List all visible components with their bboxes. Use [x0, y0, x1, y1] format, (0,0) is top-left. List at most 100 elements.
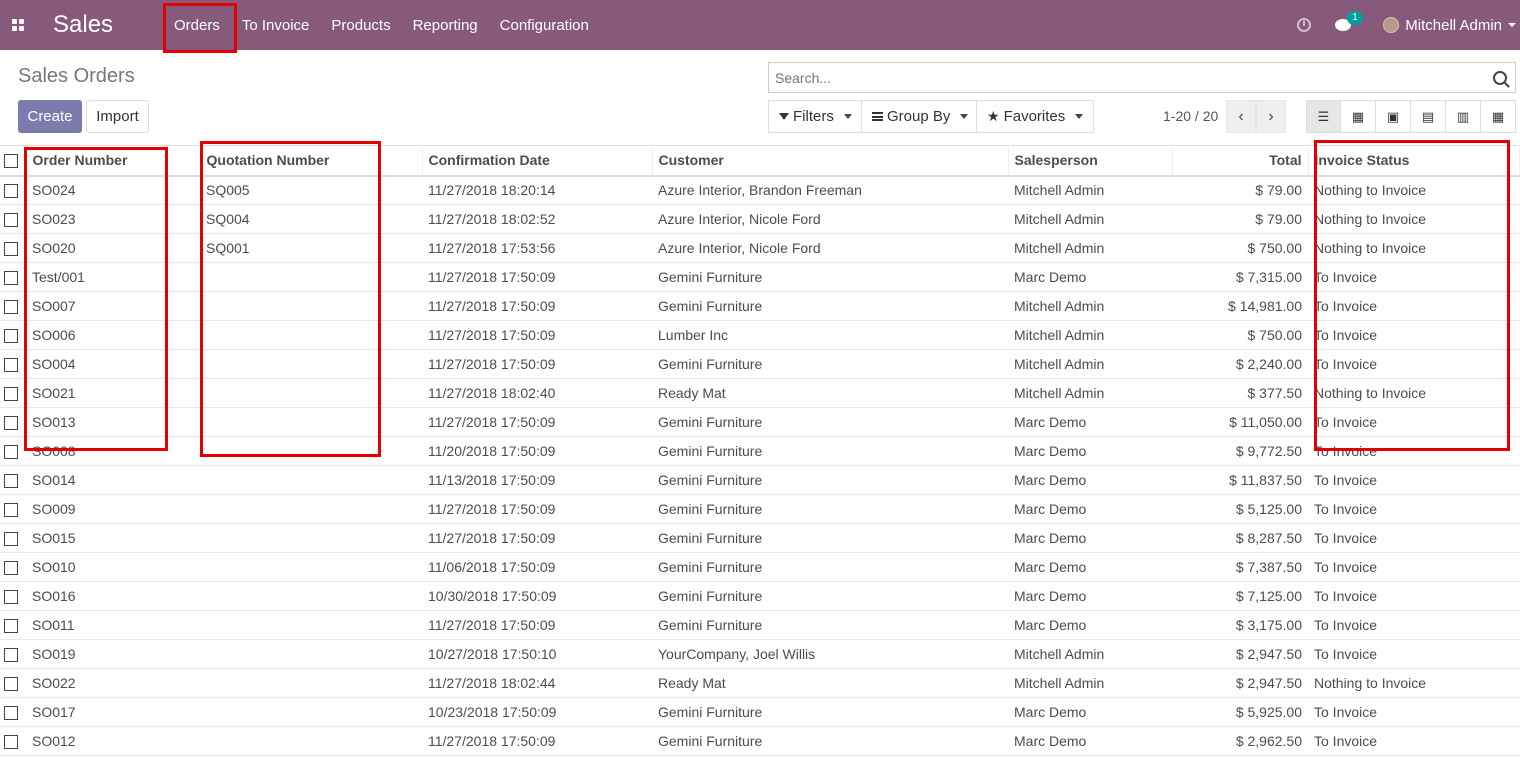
menu-products[interactable]: Products — [320, 0, 401, 50]
cell-confirmation-date: 11/27/2018 17:50:09 — [422, 320, 652, 350]
calendar-view-icon[interactable]: ▣ — [1376, 100, 1411, 133]
cell-customer: Lumber Inc — [652, 320, 1008, 350]
row-checkbox[interactable] — [4, 561, 18, 576]
menu-configuration[interactable]: Configuration — [489, 0, 600, 50]
cell-customer: Gemini Furniture — [652, 465, 1008, 495]
row-checkbox[interactable] — [4, 648, 18, 663]
header-quotation-number[interactable]: Quotation Number — [200, 145, 423, 177]
row-checkbox[interactable] — [4, 677, 18, 692]
cell-customer: YourCompany, Joel Willis — [652, 639, 1008, 669]
cell-quotation-number — [200, 320, 422, 350]
table-row[interactable]: SO004 11/27/2018 17:50:09 Gemini Furniture… — [0, 349, 1520, 379]
cell-salesperson: Marc Demo — [1008, 465, 1172, 495]
user-name[interactable]: Mitchell Admin — [1405, 17, 1502, 34]
cell-confirmation-date: 11/27/2018 17:50:09 — [422, 610, 652, 640]
search-icon[interactable] — [1493, 70, 1507, 85]
filters-dropdown[interactable]: Filters — [768, 100, 863, 133]
menu-orders[interactable]: Orders — [163, 0, 237, 53]
row-checkbox[interactable] — [4, 271, 18, 286]
row-checkbox[interactable] — [4, 445, 18, 460]
group-by-dropdown[interactable]: Group By — [861, 100, 980, 133]
activity-view-icon[interactable]: ▦ — [1481, 100, 1516, 133]
row-checkbox[interactable] — [4, 387, 18, 402]
cell-salesperson: Marc Demo — [1008, 552, 1172, 582]
table-row[interactable]: SO022 11/27/2018 18:02:44 Ready Mat Mitchel… — [0, 668, 1520, 698]
row-checkbox[interactable] — [4, 213, 18, 228]
select-all-checkbox[interactable] — [4, 154, 18, 169]
import-button[interactable]: Import — [86, 100, 149, 133]
row-checkbox[interactable] — [4, 590, 18, 605]
create-button[interactable]: Create — [18, 100, 82, 133]
user-avatar[interactable] — [1383, 17, 1400, 33]
cell-total: $ 2,947.50 — [1172, 668, 1308, 698]
search-input[interactable] — [775, 69, 1493, 86]
cell-invoice-status: To Invoice — [1308, 552, 1520, 582]
list-view-icon[interactable]: ☰ — [1306, 100, 1341, 133]
menu-to-invoice[interactable]: To Invoice — [231, 0, 321, 50]
row-checkbox[interactable] — [4, 329, 18, 344]
graph-view-icon[interactable]: ▥ — [1446, 100, 1481, 133]
table-row[interactable]: SO017 10/23/2018 17:50:09 Gemini Furniture… — [0, 697, 1520, 727]
table-row[interactable]: SO019 10/27/2018 17:50:10 YourCompany, Joe… — [0, 639, 1520, 669]
table-row[interactable]: SO015 11/27/2018 17:50:09 Gemini Furniture… — [0, 523, 1520, 553]
header-customer[interactable]: Customer — [652, 145, 1009, 177]
header-salesperson[interactable]: Salesperson — [1008, 145, 1173, 177]
cell-confirmation-date: 11/27/2018 17:50:09 — [422, 291, 652, 321]
row-checkbox[interactable] — [4, 706, 18, 721]
pager-next-button[interactable]: › — [1256, 100, 1286, 133]
table-row[interactable]: SO023 SQ004 11/27/2018 18:02:52 Azure Inter… — [0, 204, 1520, 234]
table-row[interactable]: SO006 11/27/2018 17:50:09 Lumber Inc Mitche… — [0, 320, 1520, 350]
table-row[interactable]: SO013 11/27/2018 17:50:09 Gemini Furniture… — [0, 407, 1520, 437]
table-row[interactable]: Test/001 11/27/2018 17:50:09 Gemini Furnit… — [0, 262, 1520, 292]
table-row[interactable]: SO010 11/06/2018 17:50:09 Gemini Furniture… — [0, 552, 1520, 582]
cell-order-number: SO014 — [26, 465, 200, 495]
row-checkbox[interactable] — [4, 300, 18, 315]
table-row[interactable]: SO014 11/13/2018 17:50:09 Gemini Furniture… — [0, 465, 1520, 495]
activity-clock-icon[interactable] — [1297, 18, 1312, 32]
row-checkbox[interactable] — [4, 474, 18, 489]
table-row[interactable]: SO009 11/27/2018 17:50:09 Gemini Furniture… — [0, 494, 1520, 524]
pager-previous-button[interactable]: ‹ — [1226, 100, 1256, 133]
cell-salesperson: Marc Demo — [1008, 726, 1172, 756]
row-checkbox[interactable] — [4, 532, 18, 547]
row-select-cell — [0, 349, 26, 379]
header-confirmation-date[interactable]: Confirmation Date — [422, 145, 653, 177]
row-checkbox[interactable] — [4, 358, 18, 373]
row-checkbox[interactable] — [4, 416, 18, 431]
cell-salesperson: Marc Demo — [1008, 523, 1172, 553]
chevron-down-icon[interactable] — [1508, 23, 1516, 27]
table-row[interactable]: SO007 11/27/2018 17:50:09 Gemini Furniture… — [0, 291, 1520, 321]
header-total[interactable]: Total — [1172, 145, 1309, 177]
header-order-number[interactable]: Order Number — [26, 145, 201, 177]
messaging-button[interactable]: 1 — [1335, 11, 1363, 33]
pager-value[interactable]: 1-20 / 20 — [1163, 108, 1218, 124]
cell-customer: Gemini Furniture — [652, 494, 1008, 524]
row-checkbox[interactable] — [4, 503, 18, 518]
pivot-view-icon[interactable]: ▤ — [1411, 100, 1446, 133]
table-row[interactable]: SO012 11/27/2018 17:50:09 Gemini Furniture… — [0, 726, 1520, 756]
favorites-dropdown[interactable]: ★ Favorites — [976, 100, 1095, 133]
kanban-view-icon[interactable]: ▦ — [1341, 100, 1376, 133]
table-row[interactable]: SO021 11/27/2018 18:02:40 Ready Mat Mitchel… — [0, 378, 1520, 408]
cell-order-number: SO024 — [26, 175, 200, 205]
cell-salesperson: Mitchell Admin — [1008, 320, 1172, 350]
menu-reporting[interactable]: Reporting — [402, 0, 489, 50]
row-select-cell — [0, 494, 26, 524]
cell-invoice-status: To Invoice — [1308, 320, 1520, 350]
row-checkbox[interactable] — [4, 242, 18, 257]
table-row[interactable]: SO020 SQ001 11/27/2018 17:53:56 Azure Inter… — [0, 233, 1520, 263]
cell-customer: Gemini Furniture — [652, 726, 1008, 756]
header-invoice-status[interactable]: Invoice Status — [1308, 145, 1520, 177]
cell-invoice-status: To Invoice — [1308, 436, 1520, 466]
row-checkbox[interactable] — [4, 184, 18, 199]
table-row[interactable]: SO008 11/20/2018 17:50:09 Gemini Furniture… — [0, 436, 1520, 466]
table-row[interactable]: SO024 SQ005 11/27/2018 18:20:14 Azure Inter… — [0, 175, 1520, 205]
row-checkbox[interactable] — [4, 735, 18, 750]
row-select-cell — [0, 726, 26, 756]
table-row[interactable]: SO011 11/27/2018 17:50:09 Gemini Furniture… — [0, 610, 1520, 640]
table-row[interactable]: SO016 10/30/2018 17:50:09 Gemini Furniture… — [0, 581, 1520, 611]
cell-order-number: SO023 — [26, 204, 200, 234]
apps-menu-icon[interactable] — [0, 0, 36, 50]
row-checkbox[interactable] — [4, 619, 18, 634]
sales-orders-table: Order Number Quotation Number Confirmati… — [0, 145, 1520, 756]
